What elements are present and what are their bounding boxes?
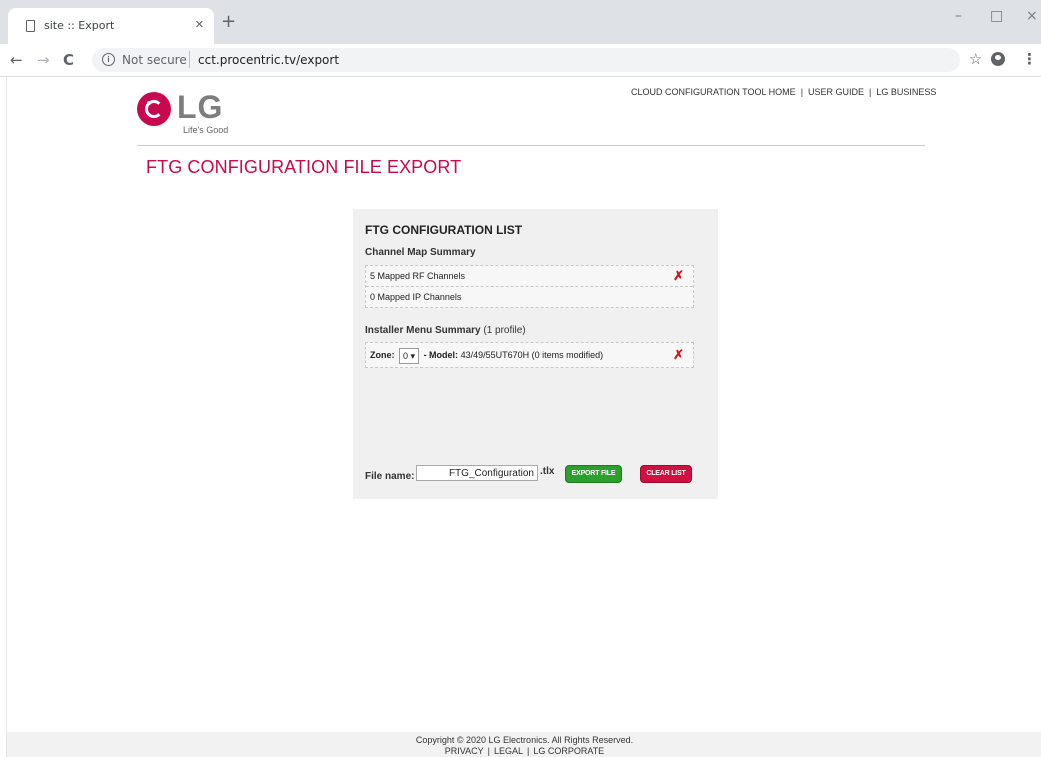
maximize-icon[interactable]: □ [990,8,1003,24]
forward-icon[interactable]: → [37,51,50,69]
installer-menu-list: Zone: 0 ▾ - Model: 43/49/55UT670H (0 ite… [365,342,694,368]
list-item: 5 Mapped RF Channels ✗ [366,266,693,286]
nav-separator: | [869,87,872,97]
channel-map-summary-label: Channel Map Summary [365,247,476,258]
nav-separator: | [800,87,804,97]
omnibox-divider [189,51,190,68]
model-label: - Model: [423,350,459,360]
export-file-button[interactable]: EXPORT FILE [565,465,622,483]
profile-icon[interactable] [991,52,1005,66]
nav-link-cct-home[interactable]: CLOUD CONFIGURATION TOOL HOME [631,87,796,97]
installer-menu-summary-label: Installer Menu Summary (1 profile) [365,325,526,336]
page-icon [26,20,35,32]
footer-link-privacy[interactable]: PRIVACY [445,746,484,756]
file-extension: .tlx [540,466,555,477]
panel-title: FTG CONFIGURATION LIST [365,223,523,237]
footer-separator: | [487,746,490,756]
list-item: 0 Mapped IP Channels [366,286,693,307]
footer: Copyright © 2020 LG Electronics. All Rig… [7,732,1041,757]
window-close-icon[interactable]: × [1026,8,1038,24]
nav-link-user-guide[interactable]: USER GUIDE [808,87,864,97]
nav-link-lg-business[interactable]: LG BUSINESS [876,87,936,97]
logo-text: LG [177,89,224,125]
bookmark-star-icon[interactable]: ☆ [969,50,982,68]
channel-map-list: 5 Mapped RF Channels ✗ 0 Mapped IP Chann… [365,265,694,308]
not-secure-label: Not secure [122,53,187,67]
info-icon[interactable]: i [102,53,115,66]
zone-label: Zone: [370,350,395,360]
footer-links: PRIVACY | LEGAL | LG CORPORATE [7,746,1041,756]
menu-icon[interactable]: ⋮ [1022,50,1037,68]
file-name-label: File name: [365,471,415,482]
model-value: 43/49/55UT670H (0 items modified) [460,350,604,360]
profile-count: (1 profile) [483,325,526,336]
delete-channel-map-icon[interactable]: ✗ [673,266,684,286]
header-divider [137,145,925,146]
ftg-configuration-panel: FTG CONFIGURATION LIST Channel Map Summa… [353,209,718,499]
file-name-input[interactable]: FTG_Configuration [416,465,538,481]
minimize-icon[interactable]: – [955,8,962,24]
zone-select[interactable]: 0 ▾ [399,347,420,364]
top-nav: CLOUD CONFIGURATION TOOL HOME | USER GUIDE… [631,87,936,97]
lg-logo-icon [137,92,171,126]
footer-separator: | [527,746,530,756]
footer-link-legal[interactable]: LEGAL [494,746,523,756]
url-text[interactable]: cct.procentric.tv/export [198,53,339,67]
tab-close-icon[interactable]: × [195,16,204,33]
back-icon[interactable]: ← [10,51,23,69]
installer-menu-label-text: Installer Menu Summary [365,325,481,336]
new-tab-icon[interactable]: + [221,13,236,31]
browser-tab-bar: site :: Export × + – □ × [0,0,1041,44]
copyright-text: Copyright © 2020 LG Electronics. All Rig… [415,735,634,745]
page-title: FTG CONFIGURATION FILE EXPORT [146,157,462,177]
tab-title: site :: Export [44,19,115,32]
logo-tagline: Life's Good [183,125,229,135]
clear-list-button[interactable]: CLEAR LIST [640,465,692,483]
address-bar[interactable]: i Not secure cct.procentric.tv/export [92,48,960,72]
footer-link-lg-corporate[interactable]: LG CORPORATE [533,746,604,756]
page-content: LG Life's Good CLOUD CONFIGURATION TOOL … [6,77,1041,757]
browser-toolbar: ← → C i Not secure cct.procentric.tv/exp… [0,44,1041,77]
browser-tab[interactable]: site :: Export × [8,8,214,44]
delete-profile-icon[interactable]: ✗ [673,343,684,367]
list-item: Zone: 0 ▾ - Model: 43/49/55UT670H (0 ite… [366,343,693,367]
rf-channels-text: 5 Mapped RF Channels [370,271,466,281]
reload-icon[interactable]: C [63,51,74,69]
ip-channels-text: 0 Mapped IP Channels [370,292,462,302]
